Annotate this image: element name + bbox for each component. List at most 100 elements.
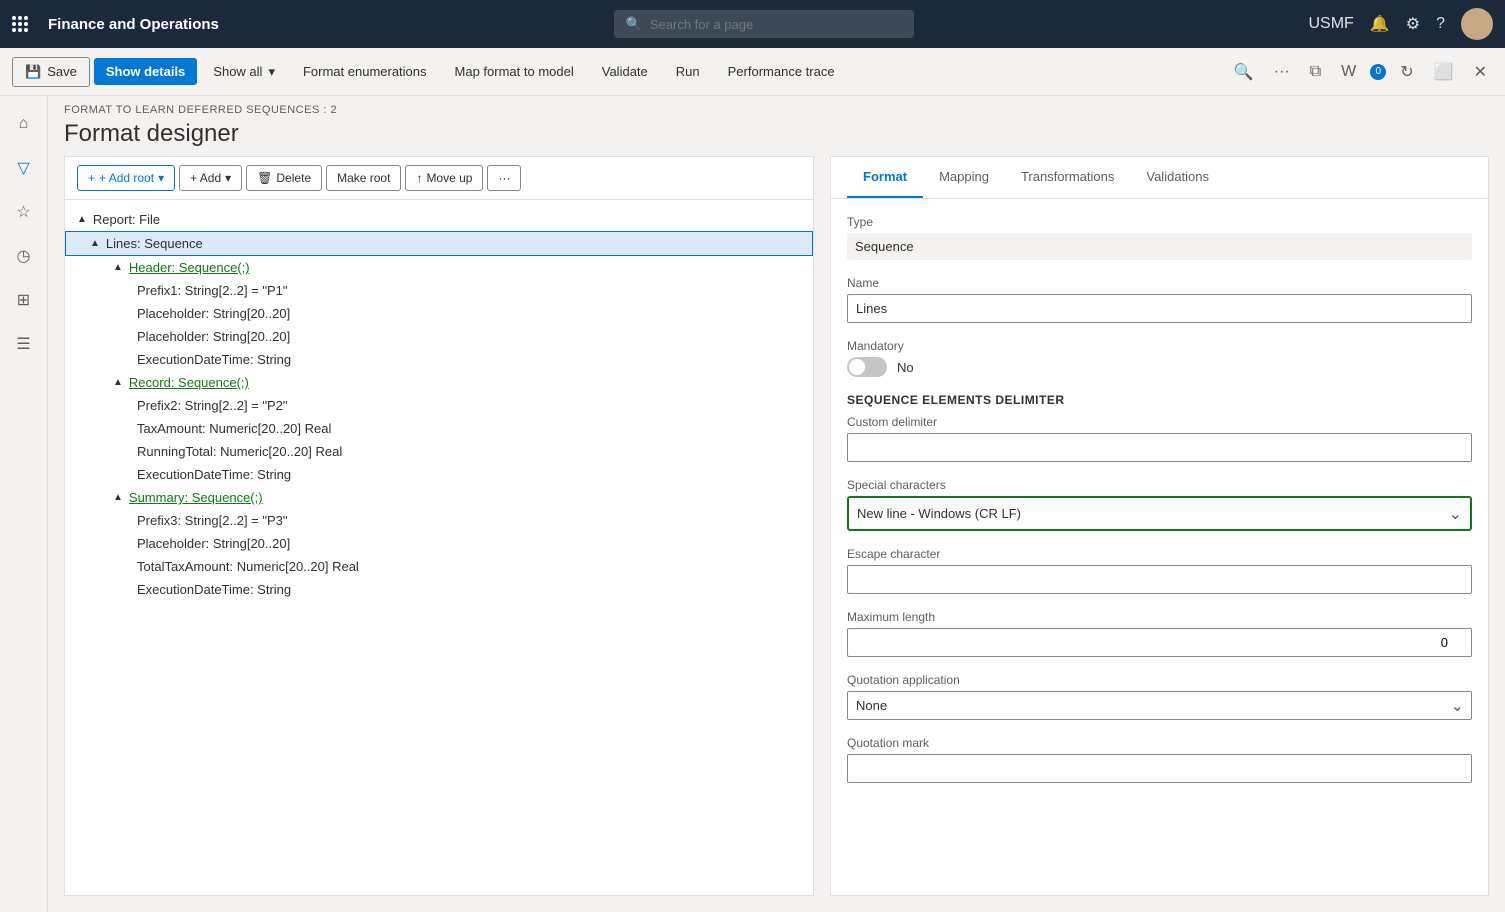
show-details-button[interactable]: Show details — [94, 58, 197, 85]
name-input[interactable] — [847, 294, 1472, 323]
escape-char-input[interactable] — [847, 565, 1472, 594]
tree-node-label: Record: Sequence(;) — [129, 375, 249, 390]
open-icon[interactable]: ⬜ — [1428, 56, 1460, 88]
special-chars-wrapper: New line - Windows (CR LF) New line - Un… — [847, 496, 1472, 531]
chevron-add-root-icon: ▾ — [158, 171, 164, 185]
tree-node-lines[interactable]: ▲ Lines: Sequence — [65, 231, 813, 256]
save-button[interactable]: 💾 Save — [12, 57, 90, 87]
top-navigation: Finance and Operations 🔍 USMF 🔔 ⚙ ? — [0, 0, 1505, 48]
tree-panel: + + Add root ▾ + Add ▾ 🗑 Delete Make roo… — [64, 156, 814, 896]
tree-node-label: Placeholder: String[20..20] — [137, 536, 290, 551]
custom-delimiter-group: Custom delimiter — [847, 415, 1472, 462]
tree-node-header[interactable]: ▲ Header: Sequence(;) — [65, 256, 813, 279]
properties-panel: Format Mapping Transformations Validatio… — [830, 156, 1489, 896]
tree-node-label: Prefix2: String[2..2] = "P2" — [137, 398, 288, 413]
map-format-button[interactable]: Map format to model — [443, 58, 586, 85]
escape-char-label: Escape character — [847, 547, 1472, 561]
chevron-down-icon: ▾ — [268, 64, 275, 80]
caret-icon: ▲ — [77, 214, 87, 225]
tree-node-placeholder3[interactable]: Placeholder: String[20..20] — [65, 532, 813, 555]
more-options-icon[interactable]: ··· — [1268, 57, 1296, 87]
tab-mapping[interactable]: Mapping — [923, 157, 1005, 198]
help-icon[interactable]: ? — [1436, 15, 1445, 33]
add-root-button[interactable]: + + Add root ▾ — [77, 165, 175, 191]
mandatory-field-group: Mandatory No — [847, 339, 1472, 377]
tree-node-placeholder2[interactable]: Placeholder: String[20..20] — [65, 325, 813, 348]
make-root-button[interactable]: Make root — [326, 165, 401, 191]
quotation-mark-input[interactable] — [847, 754, 1472, 783]
tree-node-placeholder1[interactable]: Placeholder: String[20..20] — [65, 302, 813, 325]
max-length-input[interactable] — [847, 628, 1472, 657]
format-enumerations-button[interactable]: Format enumerations — [291, 58, 439, 85]
tab-format[interactable]: Format — [847, 157, 923, 198]
badge: 0 — [1370, 64, 1386, 80]
search-input[interactable] — [650, 17, 902, 32]
settings-icon[interactable]: ⚙ — [1406, 14, 1420, 34]
bell-icon[interactable]: 🔔 — [1370, 14, 1390, 34]
sidebar-clock-icon[interactable]: ◷ — [4, 236, 44, 276]
show-all-button[interactable]: Show all ▾ — [201, 58, 287, 86]
delete-button[interactable]: 🗑 Delete — [246, 165, 322, 191]
move-up-button[interactable]: ↑ Move up — [405, 165, 483, 191]
tree-node-label: Header: Sequence(;) — [129, 260, 250, 275]
tree-node-exec2[interactable]: ExecutionDateTime: String — [65, 463, 813, 486]
breadcrumb: FORMAT TO LEARN DEFERRED SEQUENCES : 2 — [48, 96, 1505, 118]
sidebar-grid-icon[interactable]: ⊞ — [4, 280, 44, 320]
tree-node-label: Summary: Sequence(;) — [129, 490, 263, 505]
tab-transformations[interactable]: Transformations — [1005, 157, 1130, 198]
sidebar-home-icon[interactable]: ⌂ — [4, 104, 44, 144]
type-value: Sequence — [847, 233, 1472, 260]
top-nav-right: USMF 🔔 ⚙ ? — [1309, 8, 1494, 40]
add-button[interactable]: + Add ▾ — [179, 165, 242, 191]
tree-node-prefix2[interactable]: Prefix2: String[2..2] = "P2" — [65, 394, 813, 417]
sidebar-list-icon[interactable]: ☰ — [4, 324, 44, 364]
search-box[interactable]: 🔍 — [614, 10, 914, 38]
extension-icon[interactable]: ⧉ — [1304, 57, 1327, 87]
app-launcher-icon[interactable] — [12, 16, 28, 32]
tree-node-exec1[interactable]: ExecutionDateTime: String — [65, 348, 813, 371]
tree-more-button[interactable]: ··· — [487, 165, 521, 191]
max-length-label: Maximum length — [847, 610, 1472, 624]
tree-node-exec3[interactable]: ExecutionDateTime: String — [65, 578, 813, 601]
refresh-icon[interactable]: ↻ — [1394, 56, 1419, 88]
custom-delimiter-input[interactable] — [847, 433, 1472, 462]
mandatory-toggle[interactable] — [847, 357, 887, 377]
delimiter-section-header: SEQUENCE ELEMENTS DELIMITER — [847, 393, 1472, 407]
run-button[interactable]: Run — [664, 58, 712, 85]
tree-node-record[interactable]: ▲ Record: Sequence(;) — [65, 371, 813, 394]
performance-trace-button[interactable]: Performance trace — [716, 58, 847, 85]
tree-node-prefix3[interactable]: Prefix3: String[2..2] = "P3" — [65, 509, 813, 532]
quotation-app-select[interactable]: None — [847, 691, 1472, 720]
tree-node-label: Report: File — [93, 212, 160, 227]
tab-validations[interactable]: Validations — [1130, 157, 1225, 198]
special-chars-select[interactable]: New line - Windows (CR LF) New line - Un… — [853, 502, 1466, 525]
office-icon[interactable]: W — [1335, 57, 1362, 87]
tree-node-label: ExecutionDateTime: String — [137, 582, 291, 597]
quotation-app-wrapper: None — [847, 691, 1472, 720]
props-tabs: Format Mapping Transformations Validatio… — [831, 157, 1488, 199]
search-toolbar-icon[interactable]: 🔍 — [1228, 56, 1260, 88]
props-content: Type Sequence Name Mandatory No — [831, 199, 1488, 895]
tree-node-label: Lines: Sequence — [106, 236, 203, 251]
tree-node-report[interactable]: ▲ Report: File — [65, 208, 813, 231]
page-title: Format designer — [48, 118, 1505, 156]
tree-node-summary[interactable]: ▲ Summary: Sequence(;) — [65, 486, 813, 509]
max-length-group: Maximum length — [847, 610, 1472, 657]
sidebar-star-icon[interactable]: ☆ — [4, 192, 44, 232]
tree-node-runningtotal[interactable]: RunningTotal: Numeric[20..20] Real — [65, 440, 813, 463]
sidebar-filter-icon[interactable]: ▽ — [4, 148, 44, 188]
type-field-group: Type Sequence — [847, 215, 1472, 260]
user-label: USMF — [1309, 15, 1354, 33]
tree-node-totaltax[interactable]: TotalTaxAmount: Numeric[20..20] Real — [65, 555, 813, 578]
avatar[interactable] — [1461, 8, 1493, 40]
validate-button[interactable]: Validate — [590, 58, 660, 85]
split-layout: + + Add root ▾ + Add ▾ 🗑 Delete Make roo… — [48, 156, 1505, 912]
tree-node-taxamount[interactable]: TaxAmount: Numeric[20..20] Real — [65, 417, 813, 440]
quotation-mark-label: Quotation mark — [847, 736, 1472, 750]
tree-node-prefix1[interactable]: Prefix1: String[2..2] = "P1" — [65, 279, 813, 302]
special-chars-group: Special characters New line - Windows (C… — [847, 478, 1472, 531]
app-title: Finance and Operations — [48, 16, 219, 33]
quotation-app-label: Quotation application — [847, 673, 1472, 687]
save-icon: 💾 — [25, 64, 41, 80]
close-icon[interactable]: ✕ — [1468, 56, 1493, 88]
